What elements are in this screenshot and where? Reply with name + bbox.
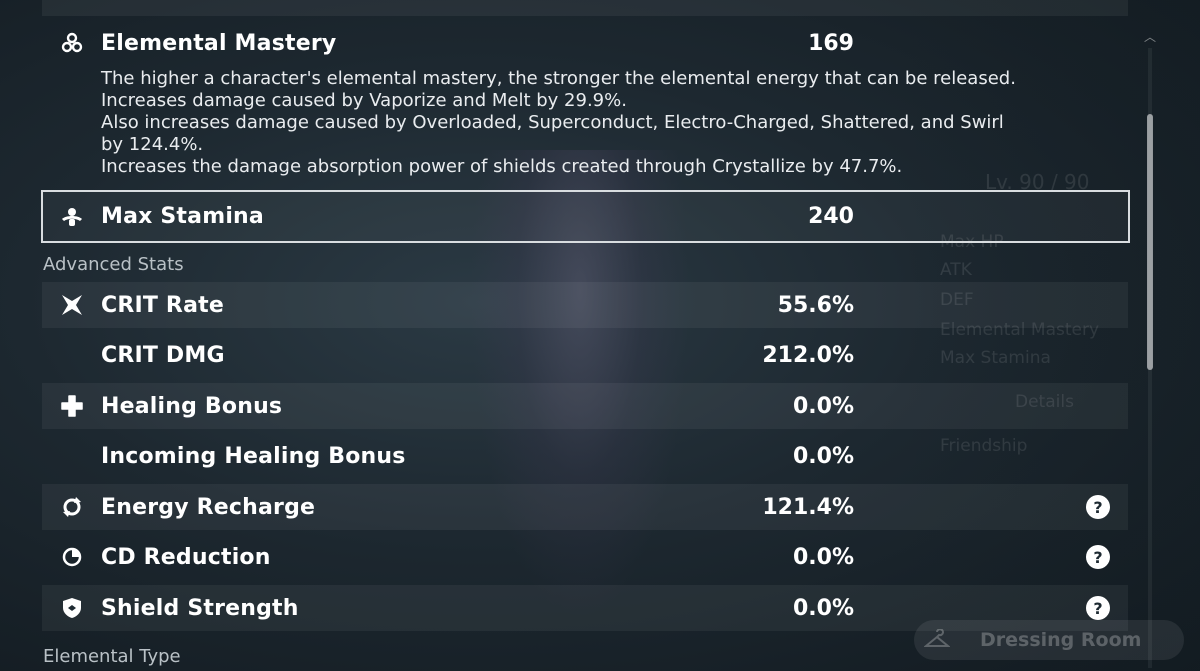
stat-row-crit-rate[interactable]: CRIT Rate 55.6% [42,282,1128,328]
max-stamina-value: 240 [808,204,854,229]
scrollbar-thumb[interactable] [1147,114,1153,370]
stat-label: CD Reduction [101,544,271,570]
bg-stat-atk: ATK [940,260,972,280]
crit-rate-icon [60,293,84,317]
stamina-icon [60,205,84,229]
elemental-mastery-description: The higher a character's elemental maste… [101,68,1111,178]
em-description-line: Increases damage caused by Vaporize and … [101,90,627,111]
em-description-line: by 124.4%. [101,134,204,155]
stat-value: 121.4% [762,494,854,520]
shield-icon [60,596,84,620]
stat-label: Healing Bonus [101,393,283,419]
top-strip [42,0,1128,16]
max-stamina-label: Max Stamina [101,204,264,229]
stat-row-crit-dmg[interactable]: CRIT DMG 212.0% [42,332,1128,378]
stat-value: 0.0% [792,443,854,469]
em-description-line: Also increases damage caused by Overload… [101,112,1004,133]
healing-cross-icon [60,394,84,418]
stat-row-incoming-healing-bonus[interactable]: Incoming Healing Bonus 0.0% [42,433,1128,479]
dressing-room-label: Dressing Room [980,629,1142,651]
scroll-up-caret-icon[interactable]: ︿ [1143,31,1157,43]
dressing-room-button[interactable]: Dressing Room [914,620,1184,660]
max-stamina-content: Max Stamina 240 [42,193,1128,240]
stat-row-healing-bonus[interactable]: Healing Bonus 0.0% [42,383,1128,429]
em-description-line: Increases the damage absorption power of… [101,156,903,177]
stat-label: Energy Recharge [101,494,316,520]
stat-label: CRIT DMG [101,342,225,368]
help-icon[interactable]: ? [1086,545,1110,569]
stat-value: 0.0% [792,595,854,621]
stat-value: 0.0% [792,544,854,570]
energy-recharge-icon [60,495,84,519]
elemental-mastery-value: 169 [808,30,854,56]
stat-value: 55.6% [777,292,854,318]
stat-label: Incoming Healing Bonus [101,443,406,469]
elemental-mastery-icon [60,31,84,55]
stat-value: 0.0% [792,393,854,419]
help-icon[interactable]: ? [1086,495,1110,519]
cd-reduction-icon [60,545,84,569]
em-description-line: The higher a character's elemental maste… [101,68,1016,89]
stat-label: CRIT Rate [101,292,224,318]
elemental-mastery-label: Elemental Mastery [101,30,337,56]
stat-value: 212.0% [762,342,854,368]
help-icon[interactable]: ? [1086,596,1110,620]
stat-row-energy-recharge[interactable]: Energy Recharge 121.4% ? [42,484,1128,530]
elemental-type-heading: Elemental Type [43,646,181,667]
advanced-stats-heading: Advanced Stats [43,254,184,275]
elemental-mastery-row[interactable]: Elemental Mastery 169 [42,22,1128,64]
hanger-icon [923,628,951,651]
stat-row-cd-reduction[interactable]: CD Reduction 0.0% ? [42,534,1128,580]
stat-label: Shield Strength [101,595,299,621]
